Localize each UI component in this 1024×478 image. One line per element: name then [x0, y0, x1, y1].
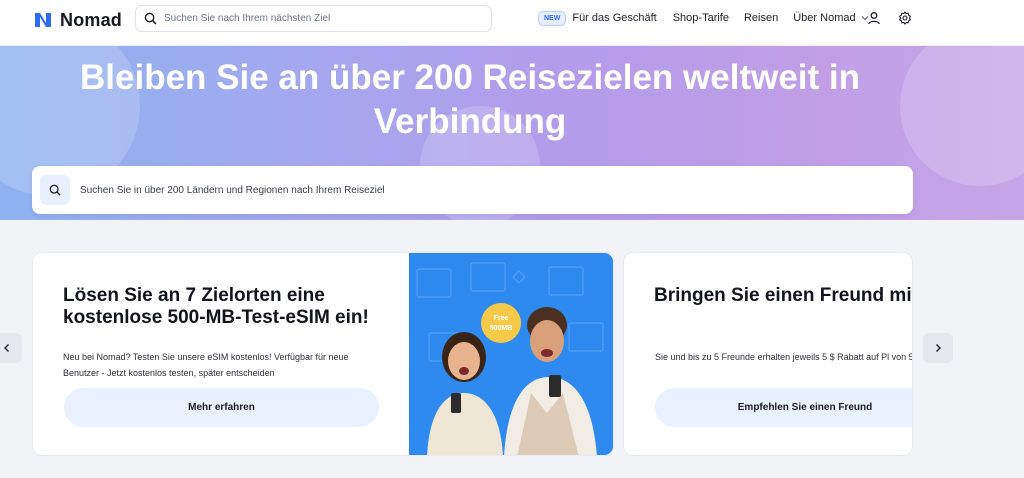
search-icon [49, 184, 61, 196]
carousel-next-button[interactable] [923, 333, 953, 363]
promo-illustration: Free 500MB [409, 253, 613, 455]
hero-search-placeholder: Suchen Sie in über 200 Ländern und Regio… [80, 184, 385, 196]
nomad-logo-icon [35, 13, 51, 27]
search-icon [144, 12, 157, 25]
new-badge: NEW [538, 10, 567, 26]
carousel-prev-button[interactable] [0, 333, 22, 363]
promo-card-free-esim: Lösen Sie an 7 Zielorten eine kostenlose… [32, 252, 614, 456]
gear-icon[interactable] [898, 11, 912, 25]
svg-text:500MB: 500MB [490, 325, 513, 332]
header-search-input[interactable]: Suchen Sie nach Ihrem nächsten Ziel [135, 5, 492, 32]
promo-card-referral: Bringen Sie einen Freund mit freuen Sie … [623, 252, 913, 456]
user-icon[interactable] [867, 11, 881, 25]
card-title: Bringen Sie einen Freund mit freuen Sie … [654, 285, 912, 306]
learn-more-button[interactable]: Mehr erfahren [64, 388, 379, 427]
hero-title: Bleiben Sie an über 200 Reisezielen welt… [80, 58, 860, 141]
card-title: Lösen Sie an 7 Zielorten eine kostenlose… [63, 285, 369, 328]
top-header: Nomad Suchen Sie nach Ihrem nächsten Zie… [0, 0, 1024, 46]
refer-friend-button[interactable]: Empfehlen Sie einen Freund [655, 388, 912, 427]
nav-about-dropdown[interactable]: Über Nomad [793, 12, 869, 24]
chevron-right-icon [936, 344, 941, 352]
hero-banner: Bleiben Sie an über 200 Reisezielen welt… [0, 46, 1024, 220]
nav-shop-plans[interactable]: Shop-Tarife [673, 12, 729, 24]
hero-search-input[interactable]: Suchen Sie in über 200 Ländern und Regio… [32, 166, 913, 214]
header-search-placeholder: Suchen Sie nach Ihrem nächsten Ziel [164, 13, 331, 24]
nav-travel[interactable]: Reisen [744, 12, 778, 24]
hero-decoration [900, 46, 1024, 186]
nav-about-label: Über Nomad [793, 12, 856, 24]
promo-image: Free 500MB [409, 253, 613, 455]
card-description: Sie und bis zu 5 Freunde erhalten jeweil… [655, 352, 912, 362]
free-badge-text: Free [494, 315, 509, 322]
main-nav: NEW Für das Geschäft Shop-Tarife Reisen … [538, 9, 869, 27]
hero-search-button[interactable] [40, 175, 70, 205]
logo-text: Nomad [60, 9, 123, 30]
chevron-left-icon [4, 344, 9, 352]
nomad-logo[interactable]: Nomad [32, 9, 122, 31]
nav-business[interactable]: Für das Geschäft [572, 12, 656, 24]
card-description: Neu bei Nomad? Testen Sie unsere eSIM ko… [63, 352, 349, 378]
